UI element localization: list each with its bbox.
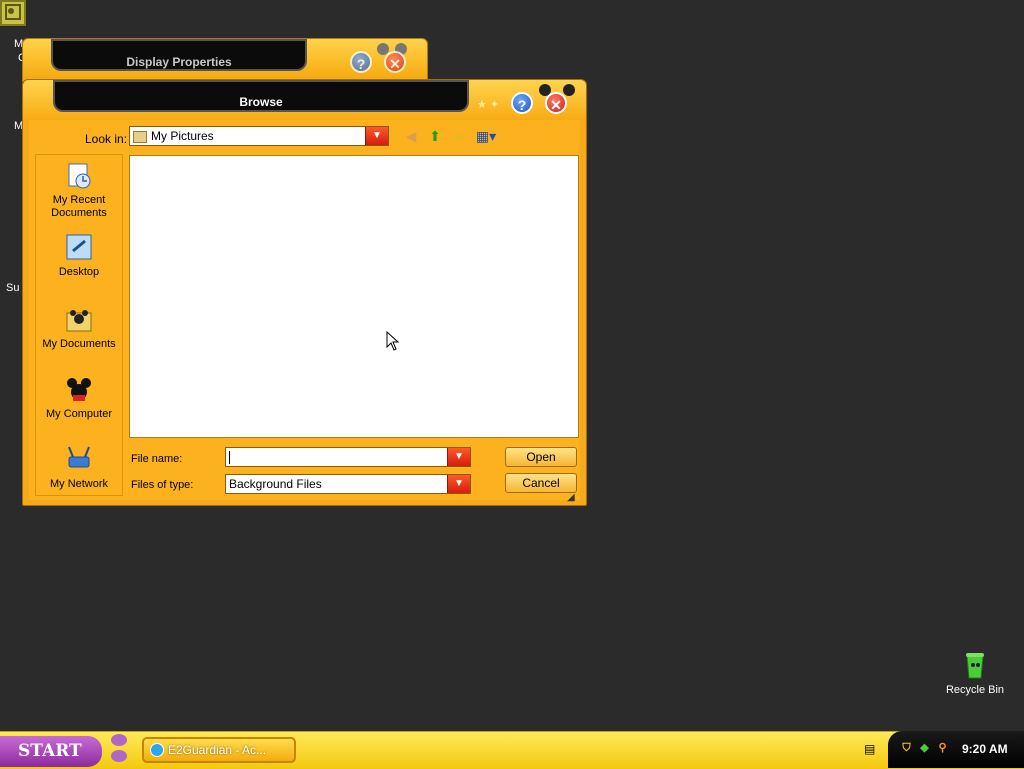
- mouse-ear-decoration: [563, 84, 575, 96]
- recycle-bin[interactable]: Recycle Bin: [936, 650, 1014, 696]
- taskbar-item-label: E2Guardian - Ac...: [168, 743, 267, 757]
- close-icon: ✕: [550, 97, 562, 113]
- help-button[interactable]: ?: [350, 51, 372, 73]
- browse-titlebar[interactable]: Browse: [53, 80, 469, 112]
- desktop-label-fragment: Su: [6, 282, 20, 294]
- recycle-bin-label: Recycle Bin: [945, 684, 1005, 696]
- chevron-down-icon[interactable]: ▼: [365, 127, 388, 145]
- window-title: Display Properties: [126, 55, 232, 69]
- file-name-label: File name:: [131, 453, 183, 465]
- network-status-icon[interactable]: ◆: [918, 742, 931, 755]
- files-of-type-dropdown[interactable]: Background Files ▼: [225, 474, 471, 494]
- place-label: My Recent Documents: [51, 194, 107, 219]
- recycle-bin-icon: [962, 650, 988, 680]
- mouse-ears-icon: [111, 734, 127, 762]
- display-properties-window[interactable]: Display Properties ? ✕: [22, 38, 428, 82]
- place-my-documents[interactable]: My Documents: [36, 305, 122, 351]
- place-my-recent-documents[interactable]: My Recent Documents: [36, 161, 122, 220]
- cancel-button[interactable]: Cancel: [505, 473, 577, 493]
- close-button[interactable]: ✕: [384, 51, 406, 73]
- place-label: My Documents: [42, 338, 116, 350]
- keyboard-icon[interactable]: ▤: [864, 742, 876, 756]
- place-desktop[interactable]: Desktop: [36, 233, 122, 279]
- dialog-title: Browse: [239, 95, 283, 109]
- mouse-pointer-icon: [386, 331, 400, 351]
- taskbar-item-e2guardian[interactable]: E2Guardian - Ac...: [142, 737, 296, 763]
- chevron-down-icon[interactable]: ▼: [447, 448, 470, 466]
- text-caret: [229, 451, 230, 465]
- file-name-input[interactable]: ▼: [225, 447, 471, 467]
- e2guardian-icon: [150, 743, 164, 757]
- close-icon: ✕: [389, 56, 401, 72]
- security-shield-icon[interactable]: ⛉: [900, 742, 913, 755]
- place-my-computer[interactable]: My Computer: [36, 375, 122, 421]
- help-icon: ?: [517, 97, 527, 113]
- recent-documents-icon: [63, 161, 95, 191]
- my-documents-icon: [63, 305, 95, 335]
- my-network-icon: [63, 445, 95, 475]
- my-computer-icon: [63, 375, 95, 405]
- display-properties-titlebar[interactable]: Display Properties: [51, 39, 307, 71]
- system-tray: ⛉ ◆ ⚲ 9:20 AM: [888, 731, 1024, 768]
- place-label: My Network: [49, 478, 109, 490]
- view-menu-icon[interactable]: ▦▾: [475, 128, 497, 144]
- look-in-label: Look in:: [85, 132, 128, 146]
- desktop-icon: [63, 233, 95, 263]
- help-icon: ?: [356, 56, 366, 72]
- search-icon[interactable]: ⚲: [936, 742, 949, 755]
- files-of-type-label: Files of type:: [131, 479, 194, 491]
- my-pictures-folder-icon: [133, 130, 147, 143]
- file-list[interactable]: [129, 155, 579, 438]
- star-decoration-icon: ★ ✦: [477, 99, 500, 111]
- back-icon[interactable]: ◀: [403, 128, 419, 144]
- help-button[interactable]: ?: [511, 92, 533, 114]
- clock[interactable]: 9:20 AM: [962, 742, 1008, 756]
- look-in-dropdown[interactable]: My Pictures ▼: [129, 126, 389, 146]
- look-in-value: My Pictures: [151, 129, 214, 143]
- places-bar: My Recent Documents Desktop My Documents…: [35, 154, 123, 496]
- place-label: My Computer: [45, 408, 113, 420]
- open-button[interactable]: Open: [505, 447, 577, 467]
- place-label: Desktop: [58, 266, 100, 278]
- desktop-shortcut-icon[interactable]: [0, 0, 26, 26]
- resize-grip-icon[interactable]: ◢: [567, 492, 581, 503]
- new-folder-icon[interactable]: ▰: [451, 128, 467, 144]
- close-button[interactable]: ✕: [545, 92, 567, 114]
- files-of-type-value: Background Files: [229, 477, 322, 491]
- chevron-down-icon[interactable]: ▼: [447, 475, 470, 493]
- place-my-network[interactable]: My Network: [36, 445, 122, 491]
- browse-dialog[interactable]: Browse ★ ✦ ? ✕ Look in: My Pictures ▼ ◀ …: [22, 79, 587, 506]
- start-button[interactable]: START: [0, 736, 102, 767]
- up-folder-icon[interactable]: ⬆: [427, 128, 443, 144]
